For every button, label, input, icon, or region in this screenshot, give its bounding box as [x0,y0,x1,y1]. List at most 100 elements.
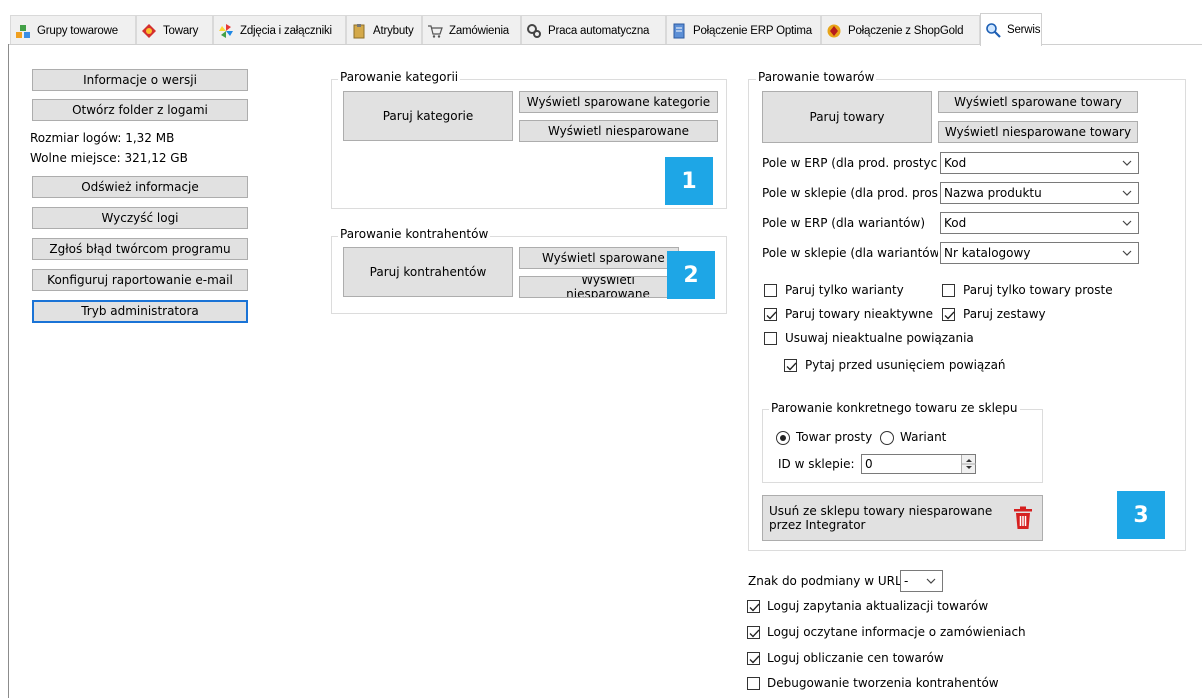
show-paired-products-button[interactable]: Wyświetl sparowane towary [938,91,1138,113]
tab-atrybuty[interactable]: Atrybuty [346,15,422,45]
show-unpaired-categories-button[interactable]: Wyświetl niesparowane [519,120,718,142]
chevron-down-icon [1122,250,1132,256]
products-icon [141,23,157,39]
pinwheel-icon [218,23,234,39]
show-paired-categories-button[interactable]: Wyświetl sparowane kategorie [519,91,718,113]
url-char-select[interactable]: - [900,570,943,592]
version-info-button[interactable]: Informacje o wersji [32,69,248,91]
select-value: - [904,574,909,588]
number-spinner[interactable] [961,455,976,473]
log-price-calc-label: Loguj obliczanie cen towarów [767,651,944,665]
tab-praca-automatyczna[interactable]: Praca automatyczna [521,15,666,45]
radio-variant-label: Wariant [900,430,947,444]
pair-sets-checkbox[interactable] [942,308,955,321]
pair-simple-only-checkbox[interactable] [942,284,955,297]
show-paired-contractors-button[interactable]: Wyświetl sparowane [519,247,679,269]
step-badge-2: 2 [667,251,715,299]
email-reporting-button[interactable]: Konfiguruj raportowanie e-mail [32,269,248,291]
remove-outdated-links-label: Usuwaj nieaktualne powiązania [785,331,974,345]
tab-polaczenie-erp[interactable]: Połączenie ERP Optima [666,15,821,45]
log-order-info-checkbox[interactable] [747,626,760,639]
select-value: Nr katalogowy [944,246,1031,260]
remove-outdated-links-checkbox[interactable] [764,332,777,345]
open-logs-folder-button[interactable]: Otwórz folder z logami [32,99,248,121]
refresh-info-button[interactable]: Odśwież informacje [32,176,248,198]
debug-contractors-checkbox[interactable] [747,677,760,690]
shop-field-simple-label: Pole w sklepie (dla prod. prostych) [762,186,938,200]
pair-variants-only-label: Paruj tylko warianty [785,283,904,297]
erp-field-simple-select[interactable]: Kod [940,152,1139,174]
shop-field-simple-select[interactable]: Nazwa produktu [940,182,1139,204]
erp-field-variant-label: Pole w ERP (dla wariantów) [762,216,926,230]
shop-id-input[interactable]: 0 [861,454,976,474]
free-space-text: Wolne miejsce: 321,12 GB [30,151,188,165]
checkmark-icon [749,655,760,664]
tab-grupy-towarowe[interactable]: Grupy towarowe [10,15,136,45]
tab-label: Połączenie ERP Optima [693,24,812,37]
category-pairing-title: Parowanie kategorii [338,70,461,84]
delete-unpaired-products-button[interactable]: Usuń ze sklepu towary niesparowane przez… [762,495,1043,541]
radio-selected-dot [780,435,786,441]
checkmark-icon [749,629,760,638]
tab-bar: Grupy towarowe Towary Zdjęcia i załączni… [10,13,1202,46]
delete-unpaired-products-label: Usuń ze sklepu towary niesparowane przez… [769,503,993,532]
log-price-calc-checkbox[interactable] [747,652,760,665]
tab-label: Zamówienia [449,24,509,37]
tab-label: Praca automatyczna [548,24,650,37]
gears-icon [526,23,542,39]
pair-inactive-checkbox[interactable] [764,308,777,321]
admin-mode-button[interactable]: Tryb administratora [32,300,248,323]
shop-id-value: 0 [865,457,873,471]
pair-simple-only-label: Paruj tylko towary proste [963,283,1113,297]
tab-zdjecia[interactable]: Zdjęcia i załączniki [213,15,346,45]
product-pairing-title: Parowanie towarów [756,70,877,84]
log-product-updates-label: Loguj zapytania aktualizacji towarów [767,599,989,613]
specific-product-title: Parowanie konkretnego towaru ze sklepu [769,401,1020,415]
trash-icon [1012,506,1034,533]
clear-logs-button[interactable]: Wyczyść logi [32,207,248,229]
erp-field-variant-select[interactable]: Kod [940,212,1139,234]
checkmark-icon [786,362,797,371]
radio-simple-product-label: Towar prosty [796,430,873,444]
spin-arrows-icon [962,459,976,469]
radio-variant[interactable] [880,431,894,445]
step-badge-3: 3 [1117,491,1165,539]
tab-towary[interactable]: Towary [136,15,213,45]
debug-contractors-label: Debugowanie tworzenia kontrahentów [767,676,999,690]
product-groups-icon [15,23,31,39]
shop-id-label: ID w sklepie: [778,457,855,471]
cart-icon [427,23,443,39]
ask-before-remove-checkbox[interactable] [784,359,797,372]
show-unpaired-products-button[interactable]: Wyświetl niesparowane towary [938,121,1138,143]
server-icon [671,23,687,39]
contractor-pairing-title: Parowanie kontrahentów [338,227,491,241]
show-unpaired-contractors-button[interactable]: Wyświetl niesparowane [519,276,679,298]
tab-serwis[interactable]: Serwis [980,13,1042,46]
radio-simple-product[interactable] [776,431,790,445]
ask-before-remove-label: Pytaj przed usunięciem powiązań [805,358,1006,372]
pair-products-button[interactable]: Paruj towary [762,91,932,143]
chevron-down-icon [926,578,936,584]
shop-field-variant-select[interactable]: Nr katalogowy [940,242,1139,264]
log-product-updates-checkbox[interactable] [747,600,760,613]
url-char-label: Znak do podmiany w URL [748,574,902,588]
select-value: Kod [944,156,967,170]
pair-categories-button[interactable]: Paruj kategorie [343,91,513,141]
checkmark-icon [766,311,777,320]
chevron-down-icon [1122,190,1132,196]
tab-label: Grupy towarowe [37,24,118,37]
tab-zamowienia[interactable]: Zamówienia [422,15,521,45]
tab-label: Połączenie z ShopGold [848,24,964,37]
pair-variants-only-checkbox[interactable] [764,284,777,297]
chevron-down-icon [1122,160,1132,166]
chevron-down-icon [1122,220,1132,226]
pair-sets-label: Paruj zestawy [963,307,1046,321]
magnifier-icon [985,22,1001,38]
tab-polaczenie-shopgold[interactable]: Połączenie z ShopGold [821,15,980,45]
pair-inactive-label: Paruj towary nieaktywne [785,307,934,321]
tab-label: Atrybuty [373,24,414,37]
report-bug-button[interactable]: Zgłoś błąd twórcom programu [32,238,248,260]
pair-contractors-button[interactable]: Paruj kontrahentów [343,247,513,297]
log-size-text: Rozmiar logów: 1,32 MB [30,131,175,145]
step-badge-1: 1 [665,157,713,205]
